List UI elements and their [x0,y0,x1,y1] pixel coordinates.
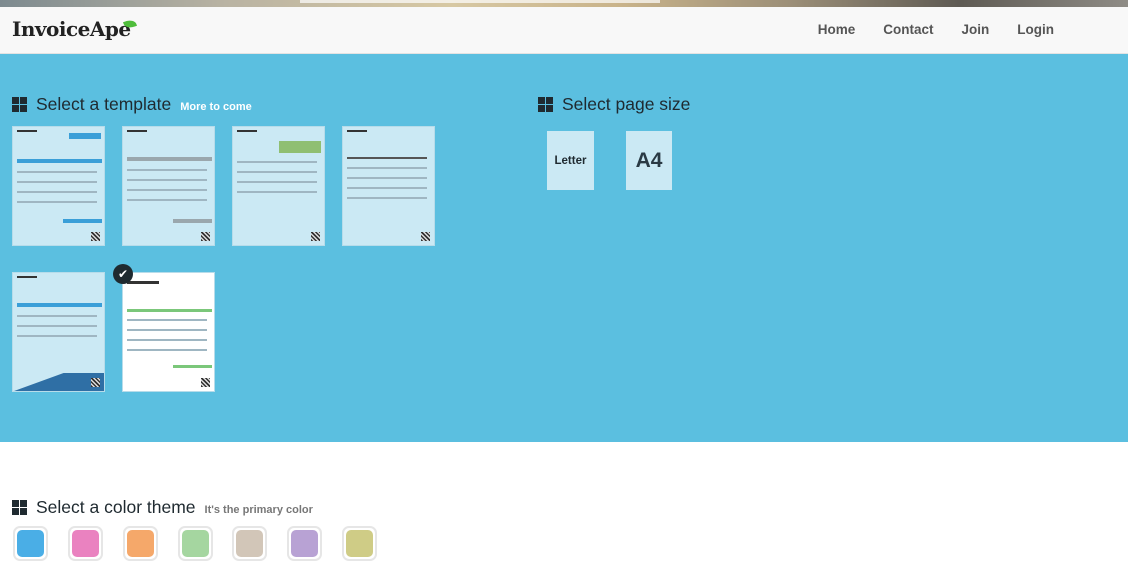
template-thumb-5[interactable] [12,272,105,392]
thumb-row [17,191,97,193]
color-swatch-green[interactable] [178,526,213,561]
template-thumb-3[interactable] [232,126,325,246]
template-title: Select a template [36,94,172,114]
thumb-row [237,161,317,163]
thumb-row [127,189,207,191]
thumb-row [127,339,207,341]
qr-code-icon [201,378,210,387]
template-thumb-1[interactable] [12,126,105,246]
thumb-row [347,187,427,189]
thumb-row [127,329,207,331]
qr-code-icon [91,232,100,241]
swatch-fill [182,530,209,557]
header-background-photo [0,0,1128,7]
thumb-row [17,335,97,337]
thumb-table-header [17,159,102,163]
color-theme-subtitle: It's the primary color [204,504,313,516]
thumb-total-band [173,219,212,223]
grid-icon [12,500,27,515]
thumb-logo [347,130,367,132]
thumb-table-header [127,157,212,161]
thumb-row [127,319,207,321]
qr-code-icon [311,232,320,241]
page-size-title: Select page size [562,94,691,114]
thumb-logo [237,130,257,132]
thumb-table-header [127,309,212,312]
thumb-row [237,191,317,193]
thumb-row [17,325,97,327]
thumb-row [347,167,427,169]
template-heading: Select a template More to come [12,94,252,115]
nav-login[interactable]: Login [1017,22,1054,37]
color-swatch-beige[interactable] [232,526,267,561]
thumb-row [237,181,317,183]
navbar: InvoiceApe Home Contact Join Login [0,7,1128,54]
thumb-row [17,171,97,173]
thumb-row [127,349,207,351]
color-swatch-pink[interactable] [68,526,103,561]
nav-contact[interactable]: Contact [883,22,933,37]
swatch-fill [346,530,373,557]
nav-links: Home Contact Join Login [818,22,1054,37]
nav-join[interactable]: Join [961,22,989,37]
swatch-fill [17,530,44,557]
template-subtitle: More to come [180,101,252,113]
thumb-row [127,179,207,181]
brand-logo[interactable]: InvoiceApe [12,17,131,41]
thumb-logo [127,130,147,132]
thumb-row [127,199,207,201]
page-size-heading: Select page size [538,94,690,115]
nav-home[interactable]: Home [818,22,856,37]
swatch-fill [127,530,154,557]
thumb-row [347,197,427,199]
thumb-header-band [69,133,101,139]
thumb-logo [17,130,37,132]
thumb-total-band [63,219,102,223]
template-thumb-6[interactable] [122,272,215,392]
photo-strip-highlight [300,0,660,3]
qr-code-icon [201,232,210,241]
thumb-logo [127,281,159,284]
checkmark-icon: ✔ [113,264,133,284]
page-size-letter[interactable]: Letter [547,131,594,190]
swatch-fill [291,530,318,557]
thumb-row [17,315,97,317]
color-theme-heading: Select a color theme It's the primary co… [12,497,313,518]
grid-icon [12,97,27,112]
color-swatch-purple[interactable] [287,526,322,561]
template-thumb-2[interactable] [122,126,215,246]
template-thumb-4[interactable] [342,126,435,246]
color-theme-title: Select a color theme [36,497,196,517]
thumb-row [347,157,427,159]
page-size-a4[interactable]: A4 [626,131,672,190]
qr-code-icon [91,378,100,387]
color-swatch-orange[interactable] [123,526,158,561]
thumb-table-header [17,303,102,307]
swatch-fill [72,530,99,557]
color-swatch-olive[interactable] [342,526,377,561]
grid-icon [538,97,553,112]
thumb-green-box [279,141,321,153]
thumb-row [17,201,97,203]
thumb-row [17,181,97,183]
thumb-logo [17,276,37,278]
color-swatch-blue[interactable] [13,526,48,561]
thumb-row [347,177,427,179]
thumb-total-band [173,365,212,368]
thumb-row [127,169,207,171]
swatch-fill [236,530,263,557]
thumb-row [237,171,317,173]
qr-code-icon [421,232,430,241]
